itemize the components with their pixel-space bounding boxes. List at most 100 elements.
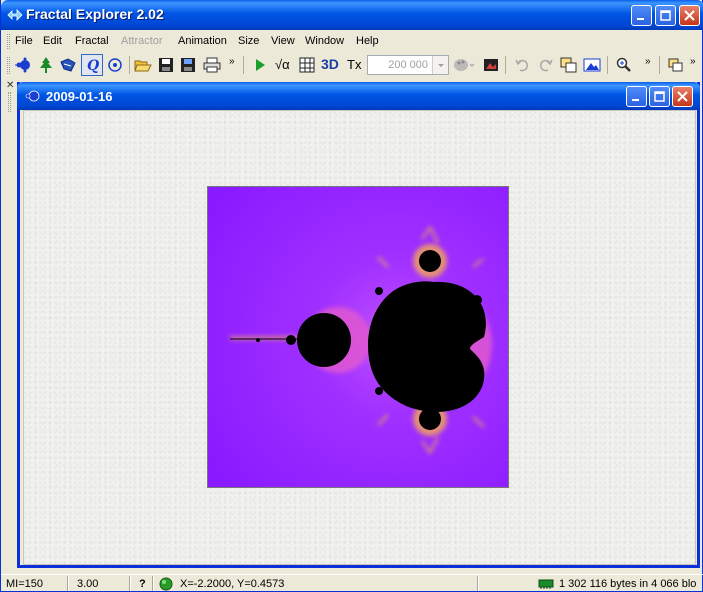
globe-icon (159, 577, 173, 591)
image-icon (484, 59, 498, 71)
app-window: Fractal Explorer 2.02 File Edit Fractal … (0, 0, 703, 592)
copy-window-button[interactable] (558, 54, 580, 76)
child-minimize-button[interactable] (626, 86, 647, 107)
status-separator (152, 576, 154, 591)
status-bar: MI=150 3.00 ? X=-2.2000, Y=0.4573 1 302 … (1, 574, 703, 592)
undo-icon (515, 59, 529, 72)
zoom-icon (616, 57, 631, 72)
resize-button[interactable] (581, 54, 603, 76)
orbit-mode-button[interactable] (104, 54, 126, 76)
app-icon (7, 9, 23, 21)
menu-animation[interactable]: Animation (178, 35, 227, 47)
toolbar-overflow-chevron-3[interactable]: » (690, 56, 695, 67)
status-max-iter: MI=150 (6, 578, 43, 590)
menu-bar: File Edit Fractal Attractor Animation Si… (5, 31, 700, 51)
child-maximize-button[interactable] (649, 86, 670, 107)
memory-icon (538, 579, 554, 589)
status-value: 3.00 (77, 578, 99, 590)
status-separator (477, 576, 479, 591)
tree-icon (40, 57, 52, 73)
toolbar-separator (129, 56, 130, 74)
menu-edit[interactable]: Edit (43, 35, 62, 47)
quaternion-mode-button[interactable]: Q (81, 54, 103, 76)
close-icon (684, 10, 695, 21)
palette-icon (454, 59, 475, 71)
tree-mode-button[interactable] (35, 54, 57, 76)
status-separator (129, 576, 131, 591)
status-coordinates: X=-2.2000, Y=0.4573 (180, 578, 285, 590)
resize-icon (583, 58, 601, 72)
grid-button[interactable] (296, 54, 318, 76)
child-close-button[interactable] (672, 86, 693, 107)
grid-icon (299, 57, 315, 73)
menu-view[interactable]: View (271, 35, 295, 47)
print-button[interactable] (201, 54, 223, 76)
dock-grip[interactable] (8, 92, 11, 112)
toolbar-overflow-chevron-2[interactable]: » (645, 56, 650, 67)
save-as-icon (181, 58, 195, 72)
status-help[interactable]: ? (139, 578, 146, 590)
dock-strip: ✕ (5, 80, 15, 566)
menu-fractal[interactable]: Fractal (75, 35, 109, 47)
title-bar[interactable]: Fractal Explorer 2.02 (1, 0, 703, 30)
image-button[interactable] (480, 54, 502, 76)
dock-close-icon[interactable]: ✕ (6, 80, 14, 91)
open-icon (134, 60, 152, 72)
redo-icon (539, 59, 553, 72)
toolbar-separator (505, 56, 506, 74)
fractal-doc-icon (25, 90, 40, 102)
redo-button[interactable] (535, 54, 557, 76)
close-button[interactable] (679, 5, 700, 26)
window-title: Fractal Explorer 2.02 (26, 6, 164, 22)
status-separator (67, 576, 69, 591)
zoom-button[interactable] (613, 54, 635, 76)
toolbar-separator (659, 56, 660, 74)
save-as-button[interactable] (177, 54, 199, 76)
mandelbrot-image[interactable] (207, 186, 509, 488)
close-icon (677, 91, 688, 102)
menu-help[interactable]: Help (356, 35, 379, 47)
fractal-mode-button[interactable] (13, 54, 35, 76)
quaternion-icon: Q (87, 58, 99, 73)
toolbar-separator (243, 56, 244, 74)
maximize-button[interactable] (655, 5, 676, 26)
menubar-grip[interactable] (7, 34, 10, 49)
undo-button[interactable] (511, 54, 533, 76)
chevron-down-icon[interactable] (432, 56, 448, 74)
open-button[interactable] (132, 54, 154, 76)
toolbar: Q » √α 3D Tx 200 000 » » (5, 52, 700, 78)
child-title: 2009-01-16 (46, 89, 113, 104)
menu-attractor[interactable]: Attractor (121, 35, 163, 47)
fractal-blue-icon (15, 57, 30, 73)
play-icon (256, 59, 265, 71)
sqrt-button[interactable]: √α (275, 57, 290, 72)
print-icon (203, 57, 221, 73)
minimize-icon (637, 18, 644, 20)
status-memory: 1 302 116 bytes in 4 066 blo (559, 578, 697, 590)
menu-size[interactable]: Size (238, 35, 259, 47)
iterations-value: 200 000 (388, 59, 428, 71)
maximize-icon (654, 91, 665, 102)
toolbar-separator (607, 56, 608, 74)
copy-window-icon (560, 57, 577, 73)
save-button[interactable] (155, 54, 177, 76)
maximize-icon (660, 10, 671, 21)
orbit-icon (108, 58, 122, 72)
3d-button[interactable]: 3D (321, 56, 339, 72)
mandelbrot-render (208, 187, 508, 487)
attractor-icon (60, 58, 76, 72)
svg-text:Q: Q (87, 58, 99, 73)
toolbar-overflow-chevron-1[interactable]: » (229, 56, 234, 67)
toolbar-grip[interactable] (7, 57, 10, 74)
menu-window[interactable]: Window (305, 35, 344, 47)
minimize-button[interactable] (631, 5, 652, 26)
palette-button[interactable] (451, 54, 477, 76)
attractor-mode-button[interactable] (57, 54, 79, 76)
tx-button[interactable]: Tx (347, 57, 361, 72)
iterations-combo[interactable]: 200 000 (367, 55, 449, 75)
child-title-bar[interactable]: 2009-01-16 (17, 82, 700, 110)
save-icon (159, 58, 173, 72)
menu-file[interactable]: File (15, 35, 33, 47)
render-play-button[interactable] (249, 54, 271, 76)
windows-button[interactable] (665, 54, 687, 76)
